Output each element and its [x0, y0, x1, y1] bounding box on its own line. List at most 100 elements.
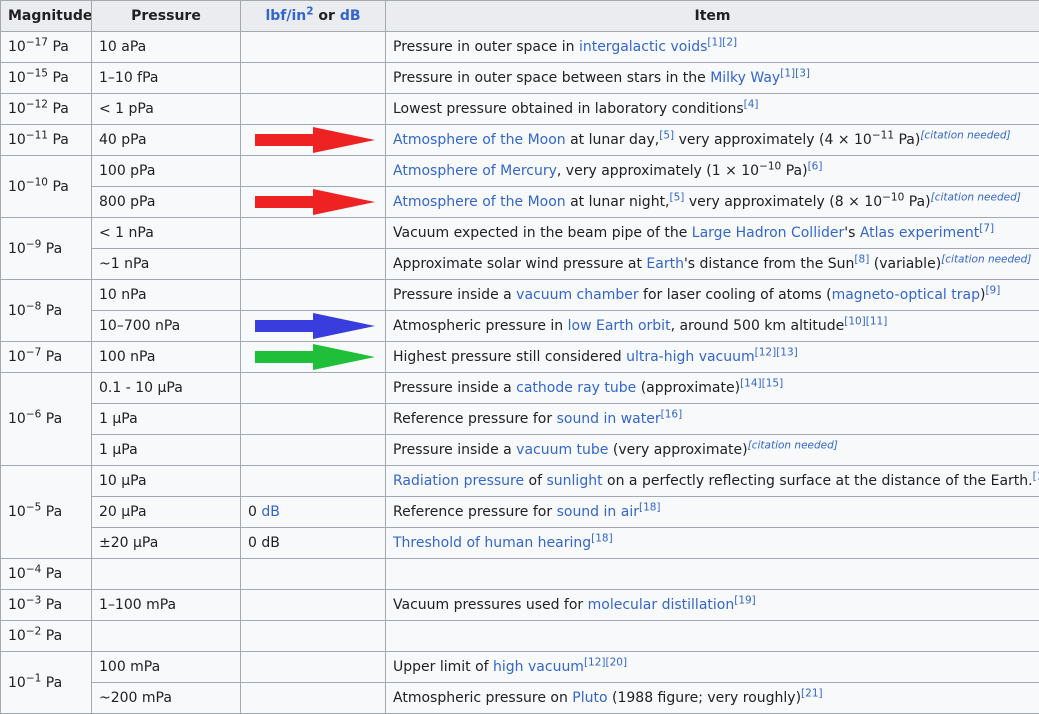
- item-text: Pressure in outer space in: [393, 39, 579, 55]
- citation-needed-link[interactable]: [citation needed]: [748, 439, 838, 451]
- item-link[interactable]: vacuum chamber: [516, 287, 638, 303]
- item-text: Pressure in outer space between stars in…: [393, 70, 710, 86]
- reference-link[interactable]: [14]: [740, 377, 762, 389]
- lbf-db-cell: [241, 249, 386, 280]
- reference-link[interactable]: [5]: [670, 191, 685, 203]
- citation-needed-link[interactable]: [citation needed]: [920, 129, 1010, 141]
- item-cell: Pressure in outer space between stars in…: [386, 63, 1039, 94]
- magnitude-cell: 10−6 Pa: [1, 373, 92, 466]
- red-arrow-icon: [251, 126, 379, 154]
- item-text: at lunar night,: [566, 194, 670, 210]
- table-row: 10−1 Pa100 mPaUpper limit of high vacuum…: [1, 652, 1039, 683]
- reference-link[interactable]: [9]: [985, 284, 1000, 296]
- citation-needed-link[interactable]: [citation needed]: [941, 253, 1031, 265]
- item-link[interactable]: sound in water: [557, 411, 661, 427]
- table-row: ~1 nPaApproximate solar wind pressure at…: [1, 249, 1039, 280]
- item-link[interactable]: Atlas experiment: [860, 225, 979, 241]
- reference-link[interactable]: [4]: [744, 98, 759, 110]
- reference-link[interactable]: [11]: [866, 315, 888, 327]
- item-text: Pressure inside a: [393, 287, 516, 303]
- item-text: Pa): [904, 194, 930, 210]
- reference-link[interactable]: [20]: [606, 656, 628, 668]
- item-link[interactable]: intergalactic voids: [579, 39, 707, 55]
- citation-needed-link[interactable]: [citation needed]: [931, 191, 1021, 203]
- reference-link[interactable]: [1]: [780, 67, 795, 79]
- reference-link[interactable]: [12]: [755, 346, 777, 358]
- reference-link[interactable]: [21]: [801, 687, 823, 699]
- lbf-link[interactable]: lbf/in2: [265, 8, 313, 24]
- lbf-db-cell: [241, 218, 386, 249]
- lbf-db-cell: [241, 652, 386, 683]
- magnitude-cell: 10−3 Pa: [1, 590, 92, 621]
- item-link[interactable]: Earth: [646, 256, 684, 272]
- item-text: Pa): [894, 132, 920, 148]
- item-link[interactable]: Pluto: [572, 690, 607, 706]
- reference-link[interactable]: [18]: [591, 532, 613, 544]
- item-cell: [386, 621, 1039, 652]
- reference-link[interactable]: [7]: [979, 222, 994, 234]
- header-pressure[interactable]: Pressure: [92, 1, 241, 32]
- lbf-db-cell: [241, 32, 386, 63]
- lbf-db-cell: [241, 435, 386, 466]
- reference-link[interactable]: [2]: [722, 36, 737, 48]
- item-link[interactable]: sunlight: [547, 473, 603, 489]
- pressure-cell: 0.1 - 10 µPa: [92, 373, 241, 404]
- table-row: 10−15 Pa1–10 fPaPressure in outer space …: [1, 63, 1039, 94]
- item-text: on a perfectly reflecting surface at the…: [603, 473, 1033, 489]
- reference-link[interactable]: [17]: [1033, 470, 1039, 482]
- reference-link[interactable]: [1]: [707, 36, 722, 48]
- pressure-cell: 40 pPa: [92, 125, 241, 156]
- lbf-db-cell: [241, 94, 386, 125]
- reference-link[interactable]: [3]: [795, 67, 810, 79]
- pressure-cell: 100 pPa: [92, 156, 241, 187]
- item-link[interactable]: molecular distillation: [588, 597, 735, 613]
- item-link[interactable]: Milky Way: [710, 70, 780, 86]
- pressure-cell: ~1 nPa: [92, 249, 241, 280]
- item-text: , very approximately (1 × 10: [557, 163, 759, 179]
- item-link[interactable]: vacuum tube: [516, 442, 608, 458]
- item-link[interactable]: high vacuum: [493, 659, 584, 675]
- header-magnitude[interactable]: Magnitude: [1, 1, 92, 32]
- item-link[interactable]: cathode ray tube: [516, 380, 636, 396]
- reference-link[interactable]: [16]: [661, 408, 683, 420]
- pressure-cell: ~200 mPa: [92, 683, 241, 714]
- reference-link[interactable]: [6]: [808, 160, 823, 172]
- item-link[interactable]: Atmosphere of the Moon: [393, 132, 566, 148]
- db-link[interactable]: dB: [261, 504, 280, 520]
- item-link[interactable]: Atmosphere of Mercury: [393, 163, 557, 179]
- lbf-db-cell: [241, 280, 386, 311]
- header-item[interactable]: Item: [386, 1, 1039, 32]
- item-text: Atmospheric pressure on: [393, 690, 572, 706]
- reference-link[interactable]: [8]: [854, 253, 869, 265]
- item-cell: Threshold of human hearing[18]: [386, 528, 1039, 559]
- table-row: 10−5 Pa10 µPaRadiation pressure of sunli…: [1, 466, 1039, 497]
- magnitude-cell: 10−11 Pa: [1, 125, 92, 156]
- magnitude-cell: 10−5 Pa: [1, 466, 92, 559]
- item-link[interactable]: Atmosphere of the Moon: [393, 194, 566, 210]
- reference-link[interactable]: [10]: [844, 315, 866, 327]
- item-text: Vacuum expected in the beam pipe of the: [393, 225, 692, 241]
- green-arrow-icon: [251, 343, 379, 371]
- item-link[interactable]: sound in air: [557, 504, 639, 520]
- item-link[interactable]: Threshold of human hearing: [393, 535, 591, 551]
- reference-link[interactable]: [12]: [584, 656, 606, 668]
- item-text: Reference pressure for: [393, 411, 557, 427]
- reference-link[interactable]: [5]: [659, 129, 674, 141]
- header-lbf-or-db[interactable]: lbf/in2 or dB: [241, 1, 386, 32]
- superscript: 2: [306, 5, 313, 17]
- item-link[interactable]: ultra-high vacuum: [626, 349, 755, 365]
- reference-link[interactable]: [18]: [639, 501, 661, 513]
- reference-link[interactable]: [15]: [762, 377, 784, 389]
- item-link[interactable]: low Earth orbit: [568, 318, 671, 334]
- reference-link[interactable]: [13]: [776, 346, 798, 358]
- lbf-db-cell: [241, 466, 386, 497]
- item-link[interactable]: magneto-optical trap: [832, 287, 980, 303]
- table-row: 10–700 nPaAtmospheric pressure in low Ea…: [1, 311, 1039, 342]
- reference-link[interactable]: [19]: [734, 594, 756, 606]
- db-link[interactable]: dB: [340, 8, 361, 24]
- item-link[interactable]: Radiation pressure: [393, 473, 524, 489]
- pressure-cell: ±20 µPa: [92, 528, 241, 559]
- item-cell: Reference pressure for sound in water[16…: [386, 404, 1039, 435]
- pressure-cell: 10 µPa: [92, 466, 241, 497]
- item-link[interactable]: Large Hadron Collider: [692, 225, 844, 241]
